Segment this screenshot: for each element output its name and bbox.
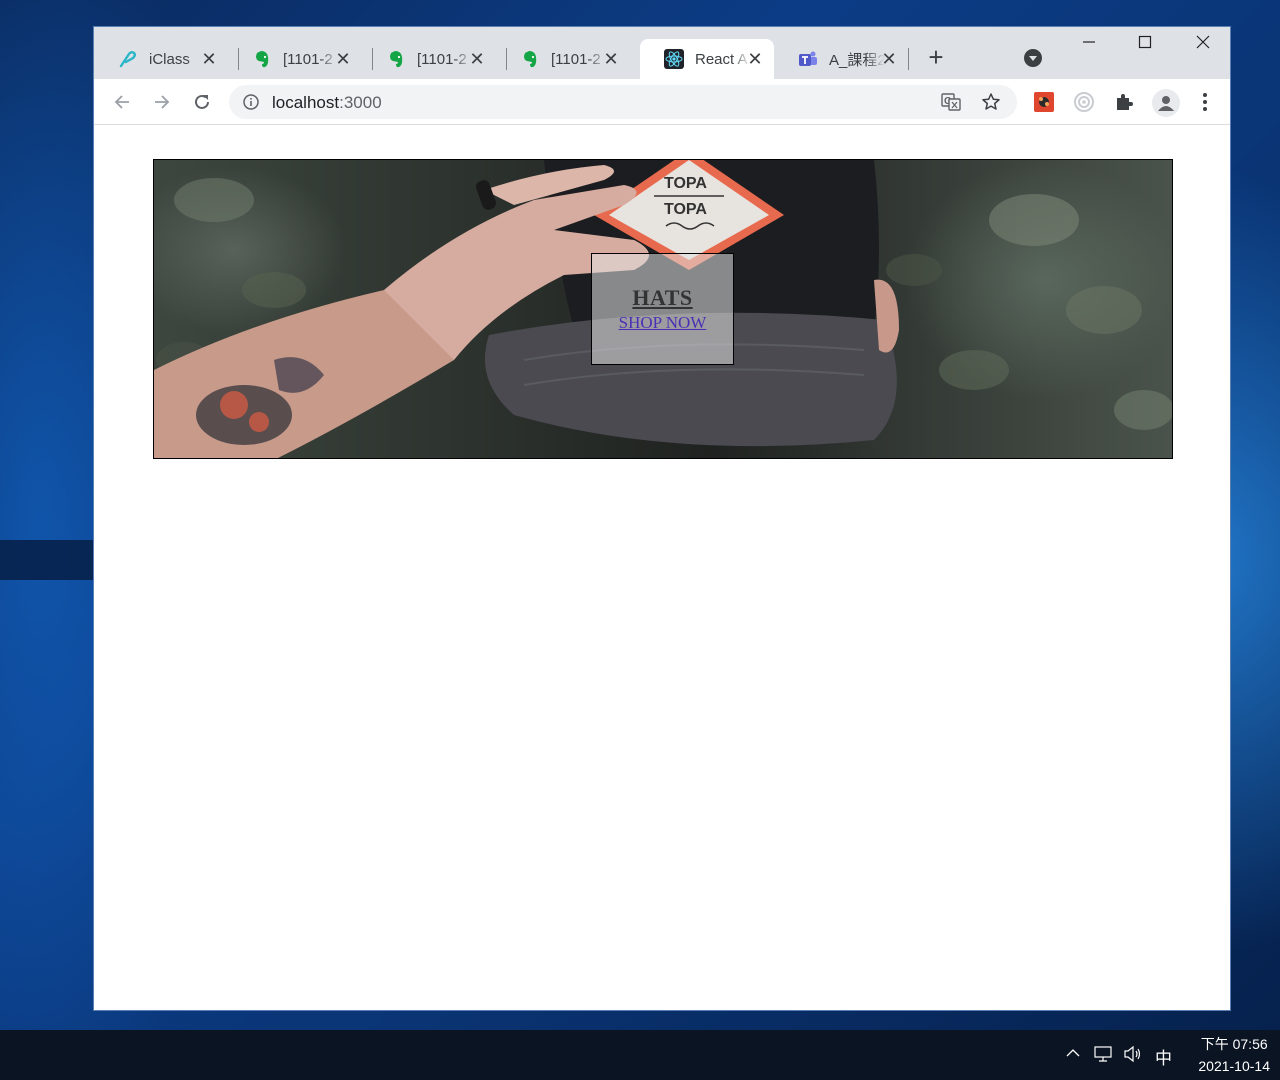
tab-close-icon[interactable]: ✕ [200,50,218,68]
teams-icon [798,49,818,69]
browser-toolbar: localhost:3000 G [94,79,1230,125]
url-text: localhost:3000 [272,93,382,113]
category-title[interactable]: HATS [632,285,692,311]
tab-search-icon[interactable] [1024,49,1042,67]
minimize-button[interactable] [1066,35,1112,59]
translate-icon[interactable]: G [941,92,961,112]
tab-title: [1101-2 [283,50,333,68]
tab-close-icon[interactable]: ✕ [468,50,486,68]
tab-evernote-2[interactable]: [1101-2 ✕ [362,39,496,79]
tab-title: React A [695,50,748,68]
extension-red-icon[interactable] [1033,91,1055,113]
info-icon[interactable] [242,93,260,111]
forward-button[interactable] [149,89,175,115]
tab-strip: iClass ✕ [1101-2 ✕ [1101-2 ✕ [1101-2 ✕ R… [94,27,1230,79]
address-bar[interactable]: localhost:3000 G [229,85,1017,119]
volume-icon[interactable] [1123,1045,1143,1068]
ime-indicator[interactable]: 中 [1155,1044,1172,1069]
category-content-box[interactable]: HATS SHOP NOW [591,253,734,365]
reload-button[interactable] [189,89,215,115]
show-hidden-icons-chevron-up-icon[interactable] [1065,1045,1081,1066]
evernote-icon [386,49,406,69]
shop-now-link[interactable]: SHOP NOW [619,313,707,333]
taskbar: 中 下午 07:56 2021-10-14 [0,1030,1280,1080]
tab-title: iClass [149,50,190,68]
tab-react-active[interactable]: React A ✕ [640,39,774,79]
tab-teams[interactable]: A_課程2 ✕ [774,39,908,79]
forward-arrow-icon [155,95,170,109]
hats-category-banner[interactable]: TOPA TOPA HATS SHOP NOW [153,159,1173,459]
tab-title: [1101-2 [551,50,601,68]
tab-separator [908,48,909,70]
close-window-button[interactable] [1180,35,1226,59]
wallpaper-beam [0,540,100,580]
reload-icon [195,94,209,109]
tab-evernote-3[interactable]: [1101-2 ✕ [496,39,630,79]
extensions-puzzle-icon[interactable] [1113,91,1135,113]
tab-title: [1101-2 [417,50,467,68]
network-icon[interactable] [1093,1045,1113,1068]
evernote-icon [252,49,272,69]
url-host: localhost [272,93,340,112]
back-button[interactable] [109,89,135,115]
tab-evernote-1[interactable]: [1101-2 ✕ [228,39,362,79]
svg-text:TOPA: TOPA [664,201,707,218]
tab-close-icon[interactable]: ✕ [334,50,352,68]
tab-iclass[interactable]: iClass ✕ [94,39,228,79]
maximize-button[interactable] [1122,35,1168,59]
tab-close-icon[interactable]: ✕ [880,50,898,68]
tab-close-icon[interactable]: ✕ [746,50,764,68]
taskbar-clock[interactable]: 下午 07:56 2021-10-14 [1198,1033,1270,1077]
tab-title: A_課程2 [829,51,885,69]
clock-date: 2021-10-14 [1198,1058,1270,1074]
evernote-icon [520,49,540,69]
back-arrow-icon [114,95,129,109]
bookmark-star-icon[interactable] [981,92,1001,112]
react-icon [664,49,684,69]
tab-close-icon[interactable]: ✕ [602,50,620,68]
new-tab-button[interactable]: + [922,44,950,72]
url-port: :3000 [339,93,382,112]
browser-window: iClass ✕ [1101-2 ✕ [1101-2 ✕ [1101-2 ✕ R… [93,26,1231,1011]
clock-time: 下午 07:56 [1200,1036,1268,1052]
more-menu-icon[interactable] [1194,91,1216,113]
profile-avatar-icon[interactable] [1152,89,1180,117]
extension-target-icon[interactable] [1073,91,1095,113]
svg-text:TOPA: TOPA [664,175,707,192]
iclass-icon [118,49,138,69]
